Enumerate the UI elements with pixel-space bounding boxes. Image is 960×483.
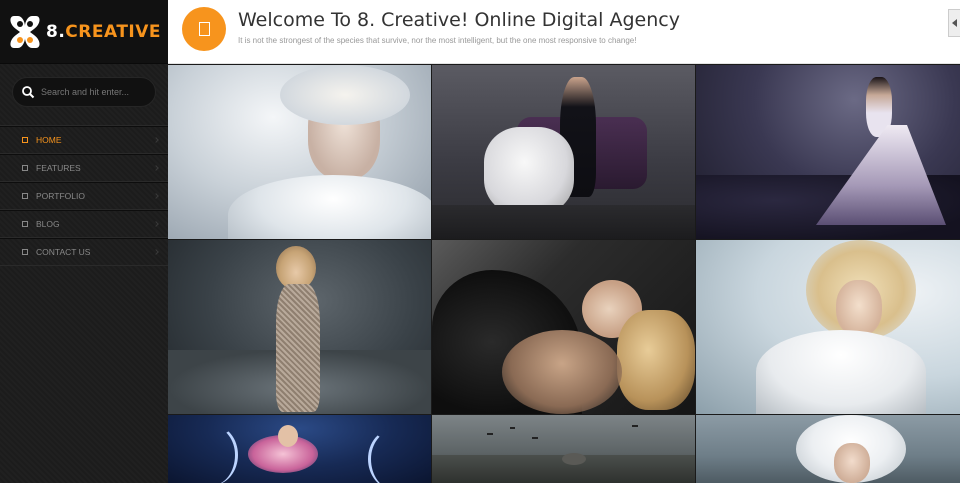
page-header: Welcome To 8. Creative! Online Digital A… <box>168 0 960 64</box>
bullet-icon <box>22 193 28 199</box>
search-icon[interactable] <box>21 85 35 99</box>
nav-item-blog[interactable]: BLOG <box>0 210 168 238</box>
document-icon <box>182 7 226 51</box>
gallery-tile-couple-angel-sofa[interactable] <box>432 65 695 239</box>
portfolio-gallery <box>168 65 960 483</box>
nav-item-label: BLOG <box>36 219 60 229</box>
chevron-right-icon <box>153 193 159 199</box>
gallery-tile-woman-purple-dress-clouds[interactable] <box>696 65 960 239</box>
gallery-tile-dancer-night-sky[interactable] <box>168 415 431 483</box>
gallery-tile-portrait-fur-white[interactable] <box>168 65 431 239</box>
page-subtitle: It is not the strongest of the species t… <box>238 36 637 45</box>
search-box <box>12 77 156 107</box>
logo[interactable]: 8.CREATIVE <box>0 0 168 64</box>
nav-item-label: FEATURES <box>36 163 81 173</box>
nav-item-features[interactable]: FEATURES <box>0 154 168 182</box>
chevron-right-icon <box>153 165 159 171</box>
sidebar: 8.CREATIVE HOME FEATURES PORTFOLIO BLOG <box>0 0 168 483</box>
gallery-tile-woman-white-curls[interactable] <box>696 415 960 483</box>
panel-toggle-button[interactable] <box>948 9 960 37</box>
bullet-icon <box>22 137 28 143</box>
bullet-icon <box>22 221 28 227</box>
search-input[interactable] <box>41 87 151 97</box>
nav-item-label: PORTFOLIO <box>36 191 85 201</box>
nav-item-label: HOME <box>36 135 62 145</box>
chevron-right-icon <box>153 137 159 143</box>
nav-item-portfolio[interactable]: PORTFOLIO <box>0 182 168 210</box>
logo-text: 8.CREATIVE <box>46 22 161 42</box>
logo-mark-icon <box>10 15 40 48</box>
logo-number: 8. <box>46 21 66 42</box>
bullet-icon <box>22 249 28 255</box>
nav-item-contact-us[interactable]: CONTACT US <box>0 238 168 266</box>
nav-item-home[interactable]: HOME <box>0 126 168 154</box>
chevron-right-icon <box>153 249 159 255</box>
nav-item-label: CONTACT US <box>36 247 91 257</box>
bullet-icon <box>22 165 28 171</box>
logo-word: CREATIVE <box>65 21 162 42</box>
page-title: Welcome To 8. Creative! Online Digital A… <box>238 9 680 31</box>
main-nav: HOME FEATURES PORTFOLIO BLOG CONTACT US <box>0 125 168 266</box>
chevron-right-icon <box>153 221 159 227</box>
caret-left-icon <box>952 19 957 27</box>
gallery-tile-field-birds[interactable] <box>432 415 695 483</box>
gallery-tile-woman-white-lace[interactable] <box>696 240 960 414</box>
gallery-tile-woman-black-fur[interactable] <box>432 240 695 414</box>
gallery-tile-woman-sequin-dress-storm[interactable] <box>168 240 431 414</box>
